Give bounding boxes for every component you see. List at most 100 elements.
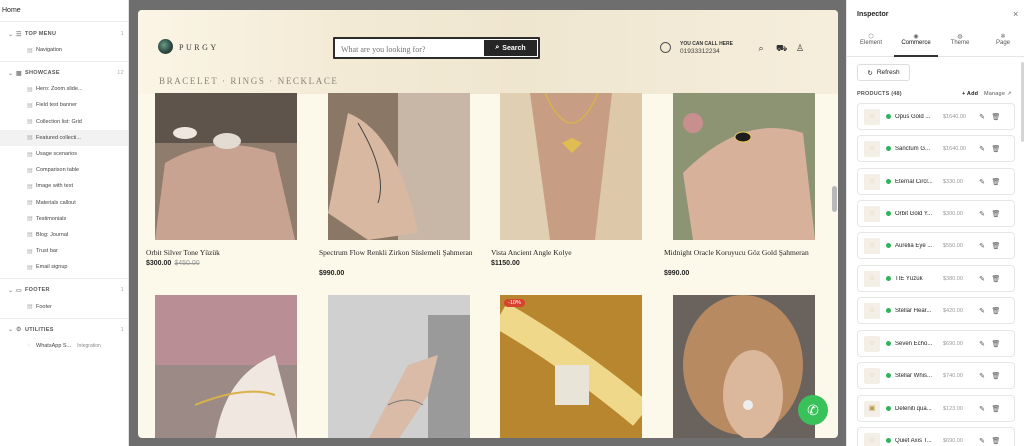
- product-name[interactable]: Spectrum Flow Renkli Zirkon Süslemeli Şa…: [319, 248, 484, 258]
- inspector-title: Inspector: [857, 11, 889, 18]
- product-image[interactable]: [500, 295, 642, 438]
- product-row[interactable]: ◌ Aurelia Eye ... $550.00 ✎ 🗑: [857, 232, 1015, 259]
- layer-item[interactable]: ▤ Comparison table: [0, 162, 128, 178]
- layer-item[interactable]: ▤ Usage scenarios: [0, 146, 128, 162]
- product-row[interactable]: ◌ Stellar Hear... $420.00 ✎ 🗑: [857, 297, 1015, 324]
- product-row-price: $690.00: [943, 437, 963, 444]
- whatsapp-button[interactable]: ✆: [798, 395, 828, 425]
- layer-item[interactable]: ▤ Blog: Journal: [0, 227, 128, 243]
- product-row[interactable]: ◌ TIE Yüzük $380.00 ✎ 🗑: [857, 265, 1015, 292]
- trash-icon[interactable]: 🗑: [989, 145, 1003, 153]
- product-row[interactable]: ◌ Eternal Circl... $330.00 ✎ 🗑: [857, 168, 1015, 195]
- edit-icon[interactable]: ✎: [975, 113, 989, 121]
- edit-icon[interactable]: ✎: [975, 275, 989, 283]
- product-row-name: Opus Gold ...: [895, 113, 931, 120]
- call-number[interactable]: 01933312234: [680, 48, 720, 55]
- section-footer[interactable]: ⌄ ▭ FOOTER 1: [0, 282, 128, 298]
- section-top-menu[interactable]: ⌄ ☰ TOP MENU 1: [0, 26, 128, 42]
- product-image[interactable]: [673, 295, 815, 438]
- trash-icon[interactable]: 🗑: [989, 242, 1003, 250]
- section-utilities[interactable]: ⌄ ⚙ UTILITIES 1: [0, 322, 128, 338]
- product-row[interactable]: ◌ Seven Echo... $690.00 ✎ 🗑: [857, 330, 1015, 357]
- product-row[interactable]: ◌ Stellar Whis... $740.00 ✎ 🗑: [857, 362, 1015, 389]
- edit-icon[interactable]: ✎: [975, 372, 989, 380]
- product-row[interactable]: ▣ Deleniti qua... $123.00 ✎ 🗑: [857, 395, 1015, 422]
- old-price: $450.00: [174, 260, 200, 267]
- tab-page[interactable]: ✲ Page: [981, 30, 1024, 57]
- product-name[interactable]: Orbit Silver Tone Yüzük: [146, 248, 311, 258]
- edit-icon[interactable]: ✎: [975, 437, 989, 445]
- manage-link[interactable]: Manage ↗: [984, 91, 1012, 97]
- product-image[interactable]: [500, 93, 642, 240]
- layer-item[interactable]: ▤ Navigation: [0, 42, 128, 58]
- brand-logo-icon[interactable]: [158, 39, 173, 54]
- product-row-price: $1640.00: [943, 145, 966, 152]
- layer-item[interactable]: ▤ Hero: Zoom slide...: [0, 81, 128, 97]
- search-button[interactable]: ⌕ Search: [484, 40, 537, 56]
- chevron-down-icon[interactable]: ⌄: [8, 31, 16, 38]
- home-breadcrumb[interactable]: Home: [0, 0, 128, 22]
- product-name[interactable]: Vista Ancient Angle Kolye: [491, 248, 656, 258]
- product-image[interactable]: [155, 295, 297, 438]
- chevron-down-icon[interactable]: ⌄: [8, 70, 16, 77]
- tab-element[interactable]: ⬡ Element: [849, 30, 893, 57]
- chevron-down-icon[interactable]: ⌄: [8, 287, 16, 294]
- layer-item[interactable]: ▤ Image with text: [0, 178, 128, 194]
- search-input[interactable]: [341, 43, 481, 55]
- layer-icon: ▤: [27, 264, 33, 271]
- category-nav[interactable]: BRACELET · RINGS · NECKLACE: [159, 76, 339, 86]
- layer-item[interactable]: ▤ Field test banner: [0, 97, 128, 113]
- status-dot: [886, 438, 891, 443]
- product-row[interactable]: ◌ Sanctum G... $1640.00 ✎ 🗑: [857, 135, 1015, 162]
- search-icon[interactable]: ⌕: [756, 43, 766, 53]
- trash-icon[interactable]: 🗑: [989, 372, 1003, 380]
- canvas-scrollbar[interactable]: [832, 186, 837, 212]
- product-image[interactable]: [328, 93, 470, 240]
- layer-item[interactable]: ▤ Email signup: [0, 259, 128, 275]
- layer-item[interactable]: ▤ Collection list: Grid: [0, 114, 128, 130]
- layer-item[interactable]: ▤ Footer: [0, 298, 128, 314]
- chevron-down-icon[interactable]: ⌄: [8, 326, 16, 333]
- product-row[interactable]: ◌ Orbit Gold Y... $300.00 ✎ 🗑: [857, 200, 1015, 227]
- brand-name[interactable]: PURGY: [179, 43, 219, 52]
- edit-icon[interactable]: ✎: [975, 210, 989, 218]
- trash-icon[interactable]: 🗑: [989, 275, 1003, 283]
- trash-icon[interactable]: 🗑: [989, 178, 1003, 186]
- edit-icon[interactable]: ✎: [975, 307, 989, 315]
- layer-icon: ▤: [27, 119, 33, 126]
- add-product-button[interactable]: + Add: [962, 91, 978, 97]
- product-name[interactable]: Midnight Oracle Koruyucu Göz Gold Şahmer…: [664, 248, 829, 258]
- trash-icon[interactable]: 🗑: [989, 405, 1003, 413]
- close-icon[interactable]: ×: [1013, 9, 1018, 19]
- product-image[interactable]: [673, 93, 815, 240]
- whatsapp-icon: ✆: [807, 402, 819, 418]
- trash-icon[interactable]: 🗑: [989, 437, 1003, 445]
- layer-item-selected[interactable]: ▤ Featured collecti...: [0, 129, 128, 146]
- layer-item[interactable]: ▤ Materials callout: [0, 195, 128, 211]
- layer-item[interactable]: ◌ WhatsApp S... Integration: [0, 338, 128, 354]
- product-row[interactable]: ◌ Opus Gold ... $1640.00 ✎ 🗑: [857, 103, 1015, 130]
- trash-icon[interactable]: 🗑: [989, 113, 1003, 121]
- cart-icon[interactable]: ⛟: [776, 43, 787, 53]
- edit-icon[interactable]: ✎: [975, 405, 989, 413]
- trash-icon[interactable]: 🗑: [989, 340, 1003, 348]
- refresh-button[interactable]: ↻ Refresh: [857, 64, 910, 81]
- edit-icon[interactable]: ✎: [975, 340, 989, 348]
- current-price: $990.00: [319, 270, 345, 277]
- edit-icon[interactable]: ✎: [975, 145, 989, 153]
- current-price: $300.00: [146, 260, 172, 267]
- section-showcase[interactable]: ⌄ ▦ SHOWCASE 12: [0, 65, 128, 81]
- product-row[interactable]: ◌ Quiet Axis T... $690.00 ✎ 🗑: [857, 427, 1015, 446]
- layer-item[interactable]: ▤ Trust bar: [0, 243, 128, 259]
- user-icon[interactable]: ♙: [795, 43, 805, 53]
- layer-item[interactable]: ▤ Testimonials: [0, 211, 128, 227]
- product-image[interactable]: [155, 93, 297, 240]
- phone-icon: [660, 42, 671, 53]
- edit-icon[interactable]: ✎: [975, 242, 989, 250]
- tab-theme[interactable]: ◍ Theme: [938, 30, 982, 57]
- trash-icon[interactable]: 🗑: [989, 307, 1003, 315]
- edit-icon[interactable]: ✎: [975, 178, 989, 186]
- product-image[interactable]: [328, 295, 470, 438]
- tab-commerce[interactable]: ◉ Commerce: [894, 30, 938, 57]
- trash-icon[interactable]: 🗑: [989, 210, 1003, 218]
